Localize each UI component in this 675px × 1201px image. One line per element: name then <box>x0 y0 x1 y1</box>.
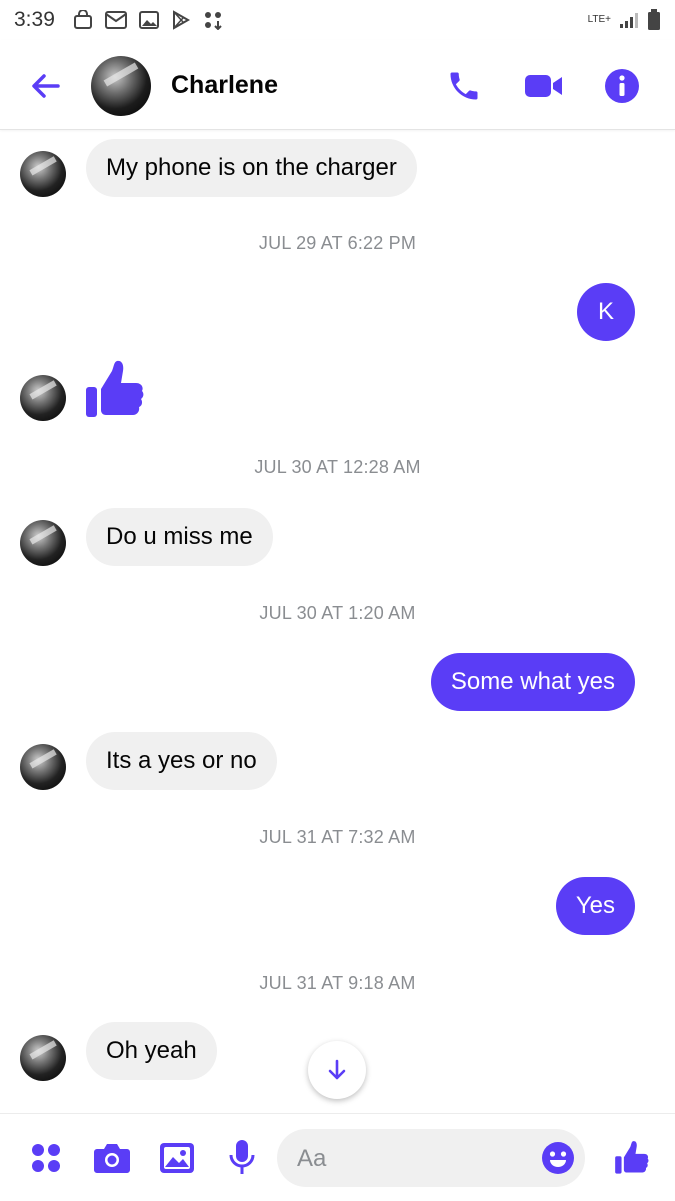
network-type-label: LTE+ <box>587 14 611 25</box>
video-call-button[interactable] <box>522 64 566 108</box>
camera-button[interactable] <box>90 1136 134 1180</box>
contact-avatar[interactable] <box>91 56 151 116</box>
apps-icon <box>32 1144 60 1172</box>
more-actions-button[interactable] <box>24 1136 68 1180</box>
emoji-button[interactable] <box>541 1141 575 1175</box>
message-thread[interactable]: My phone is on the charger JUL 29 AT 6:2… <box>0 131 675 1111</box>
outgoing-message[interactable]: K <box>577 283 635 341</box>
incoming-message[interactable]: Oh yeah <box>86 1022 217 1080</box>
thumbs-up-icon <box>86 360 144 417</box>
arrow-left-icon <box>32 74 60 98</box>
message-input[interactable] <box>295 1129 529 1189</box>
status-bar: 3:39 LTE+ <box>0 0 675 40</box>
shopping-bag-icon <box>73 10 93 30</box>
back-button[interactable] <box>26 66 66 106</box>
play-store-icon <box>171 10 191 30</box>
voice-call-button[interactable] <box>442 64 486 108</box>
contact-avatar[interactable] <box>20 520 66 566</box>
contact-name[interactable]: Charlene <box>171 71 278 100</box>
arrow-down-icon <box>328 1059 346 1080</box>
conversation-header: Charlene <box>0 40 675 130</box>
mail-icon <box>104 11 127 29</box>
gallery-button[interactable] <box>155 1136 199 1180</box>
download-dots-icon <box>203 10 223 30</box>
contact-avatar[interactable] <box>20 744 66 790</box>
signal-icon <box>619 11 639 29</box>
timestamp: JUL 31 AT 9:18 AM <box>259 973 416 993</box>
like-message[interactable] <box>84 359 146 421</box>
incoming-message[interactable]: Do u miss me <box>86 508 273 566</box>
send-like-button[interactable] <box>610 1136 654 1180</box>
timestamp: JUL 30 AT 1:20 AM <box>259 603 416 623</box>
status-time: 3:39 <box>14 8 55 31</box>
gallery-icon <box>138 11 159 29</box>
outgoing-message[interactable]: Yes <box>555 877 635 935</box>
microphone-icon <box>229 1140 255 1174</box>
contact-avatar[interactable] <box>20 1035 66 1081</box>
voice-message-button[interactable] <box>220 1136 264 1180</box>
phone-icon <box>450 72 478 100</box>
message-input-container[interactable] <box>277 1129 585 1189</box>
camera-icon <box>94 1144 130 1173</box>
battery-icon <box>647 9 661 31</box>
scroll-to-bottom-button[interactable] <box>308 1041 366 1099</box>
composer-bar <box>0 1113 675 1201</box>
thumbs-up-icon <box>615 1141 649 1174</box>
timestamp: JUL 31 AT 7:32 AM <box>259 827 416 847</box>
timestamp: JUL 30 AT 12:28 AM <box>254 457 421 477</box>
image-icon <box>160 1143 194 1173</box>
incoming-message[interactable]: My phone is on the charger <box>86 139 417 197</box>
incoming-message[interactable]: Its a yes or no <box>86 732 277 790</box>
video-camera-icon <box>525 75 562 97</box>
timestamp: JUL 29 AT 6:22 PM <box>258 233 417 253</box>
conversation-info-button[interactable] <box>600 64 644 108</box>
contact-avatar[interactable] <box>20 375 66 421</box>
contact-avatar[interactable] <box>20 151 66 197</box>
outgoing-message[interactable]: Some what yes <box>430 653 635 711</box>
info-icon <box>605 69 639 103</box>
emoji-icon <box>542 1142 574 1174</box>
